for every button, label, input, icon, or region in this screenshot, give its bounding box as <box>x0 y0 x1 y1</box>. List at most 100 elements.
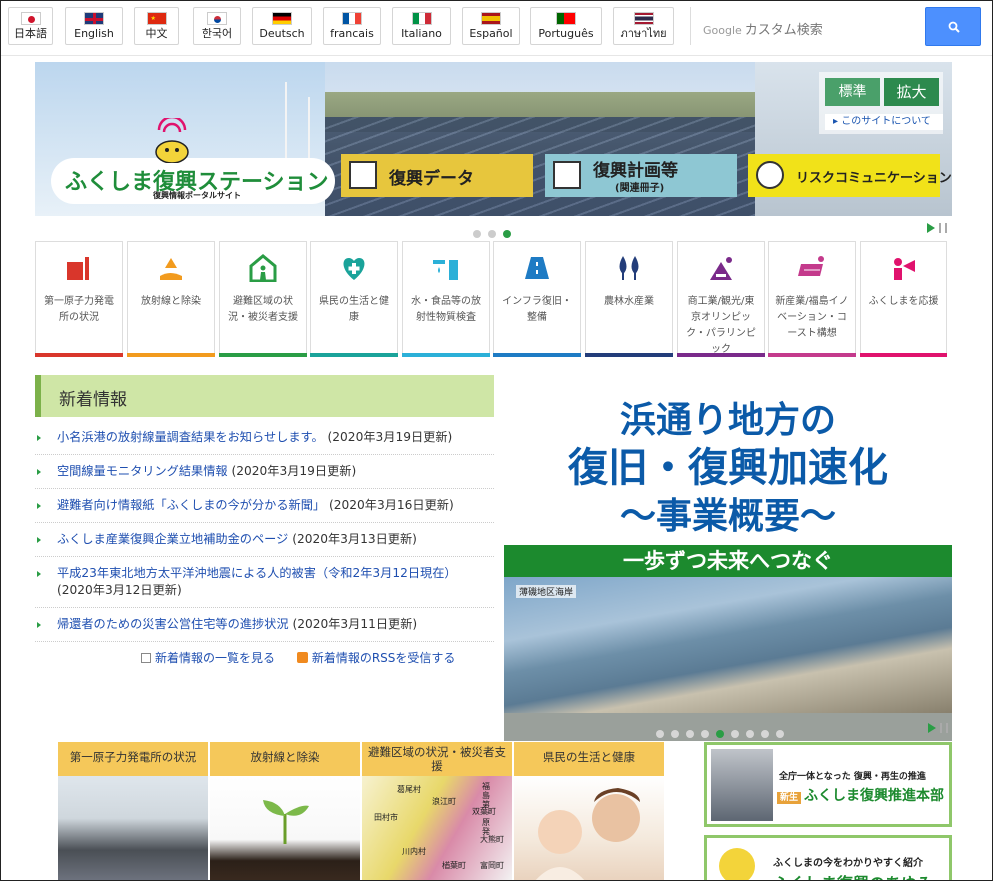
news-link[interactable]: 避難者向け情報紙「ふくしまの今が分かる新聞」 <box>57 498 325 512</box>
mascot-icon <box>155 118 189 163</box>
category-label: 新産業/福島イノベーション・コースト構想 <box>775 296 849 339</box>
category-color-bar <box>860 353 947 357</box>
lang-german[interactable]: Deutsch <box>252 7 312 45</box>
slide-dot[interactable] <box>761 730 769 738</box>
news-heading: 新着情報 <box>35 375 494 417</box>
water-milk-icon <box>433 260 458 280</box>
korea-flag-icon <box>207 12 227 25</box>
promo-slide-controls <box>504 713 952 741</box>
search-button[interactable] <box>925 7 981 46</box>
baby-icon <box>535 788 640 880</box>
news-item: 小名浜港の放射線量調査結果をお知らせします。 (2020年3月19日更新) <box>35 421 494 455</box>
news-link[interactable]: 帰還者のための災害公営住宅等の進捗状況 <box>57 617 289 631</box>
banner-line-2: 新生 ふくしま復興推進本部 <box>777 785 944 805</box>
card-power-plant-image <box>58 776 208 880</box>
recovery-data-button[interactable]: 復興データ <box>341 154 533 197</box>
recovery-plan-button[interactable]: 復興計画等 (関連冊子) <box>545 154 737 197</box>
slide-dot[interactable] <box>488 230 496 238</box>
card-title: 放射線と除染 <box>210 742 360 776</box>
play-icon[interactable] <box>928 723 936 733</box>
map-label: 富岡町 <box>480 861 504 870</box>
category-color-bar <box>677 353 765 357</box>
solar-panel-icon <box>798 256 824 276</box>
lang-spanish[interactable]: Español <box>462 7 520 45</box>
category-color-bar <box>585 353 673 357</box>
slide-dot[interactable] <box>656 730 664 738</box>
category-tile-power-plant[interactable]: 第一原子力発電所の状況 <box>35 241 123 357</box>
recovery-headquarters-banner[interactable]: 全庁一体となった 復興・再生の推進 新生 ふくしま復興推進本部 <box>704 742 952 827</box>
category-tile-new-industry[interactable]: 新産業/福島イノベーション・コースト構想 <box>768 241 856 357</box>
lang-korean[interactable]: 한국어 <box>193 7 241 45</box>
recovery-progress-banner[interactable]: ふくしまの今をわかりやすく紹介 ふくしま復興のあゆみ <box>704 835 952 880</box>
lang-japanese[interactable]: 日本語 <box>8 7 53 45</box>
lang-french[interactable]: francais <box>323 7 381 45</box>
category-tile-food-inspection[interactable]: 水・食品等の放射性物質検査 <box>402 241 490 357</box>
slide-dot[interactable] <box>671 730 679 738</box>
card-map-image: 葛尾村 浪江町 田村市 双葉町 川内村 大熊町 楢葉町 富岡町 福島第一原発 <box>362 776 512 880</box>
category-tile-radiation[interactable]: 放射線と除染 <box>127 241 215 357</box>
lang-chinese[interactable]: ★ 中文 <box>134 7 179 45</box>
about-site-label: このサイトについて <box>841 116 931 127</box>
health-icon <box>343 258 365 280</box>
slide-dot-active[interactable] <box>716 730 724 738</box>
category-label: 県民の生活と健康 <box>319 296 389 323</box>
slide-dot[interactable] <box>776 730 784 738</box>
card-title: 県民の生活と健康 <box>514 742 664 776</box>
card-radiation[interactable]: 放射線と除染 <box>210 742 360 880</box>
card-power-plant[interactable]: 第一原子力発電所の状況 <box>58 742 208 880</box>
germany-flag-icon <box>272 12 292 25</box>
play-icon[interactable] <box>927 223 935 233</box>
news-rss-link[interactable]: 新着情報のRSSを受信する <box>312 651 456 665</box>
slide-dot[interactable] <box>731 730 739 738</box>
official-photo <box>711 749 773 821</box>
category-tile-evacuation[interactable]: 避難区域の状況・被災者支援 <box>219 241 307 357</box>
lang-portuguese[interactable]: Português <box>530 7 602 45</box>
news-date: (2020年3月16日更新) <box>329 498 454 512</box>
about-site-link[interactable]: ▸ このサイトについて <box>825 114 943 130</box>
slide-dot[interactable] <box>746 730 754 738</box>
category-color-bar <box>768 353 856 357</box>
tree-icon <box>619 256 639 280</box>
lang-label: Português <box>538 27 594 40</box>
category-color-bar <box>402 353 490 357</box>
category-tile-commerce[interactable]: 商工業/観光/東京オリンピック・パラリンピック <box>677 241 765 357</box>
chart-icon <box>349 161 377 189</box>
news-link[interactable]: 平成23年東北地方太平洋沖地震による人的被害（令和2年3月12日現在） <box>57 566 457 580</box>
handshake-icon <box>756 161 784 189</box>
recovery-plan-sub: (関連冊子) <box>615 183 665 194</box>
search-input[interactable]: Google カスタム検索 <box>690 7 922 45</box>
card-health[interactable]: 県民の生活と健康 <box>514 742 664 880</box>
megaphone-icon <box>893 258 915 280</box>
category-tile-agriculture[interactable]: 農林水産業 <box>585 241 673 357</box>
spain-flag-icon <box>481 12 501 25</box>
category-tile-health[interactable]: 県民の生活と健康 <box>310 241 398 357</box>
font-size-large-button[interactable]: 拡大 <box>884 78 939 106</box>
news-link[interactable]: ふくしま産業復興企業立地補助金のページ <box>57 532 288 546</box>
category-tile-infrastructure[interactable]: インフラ復旧・整備 <box>493 241 581 357</box>
slide-dot-active[interactable] <box>503 230 511 238</box>
lang-label: 中文 <box>145 27 168 40</box>
pause-icon[interactable] <box>939 223 947 233</box>
lang-italian[interactable]: Italiano <box>392 7 451 45</box>
lang-english[interactable]: English <box>65 7 123 45</box>
logo-subtitle: 復興情報ポータルサイト <box>153 191 241 200</box>
promo-slide[interactable]: 浜通り地方の 復旧・復興加速化 〜事業概要〜 一歩ずつ未来へつなぐ 薄磯地区海岸 <box>504 375 952 713</box>
slide-dot[interactable] <box>686 730 694 738</box>
slide-dot[interactable] <box>473 230 481 238</box>
news-link[interactable]: 空間線量モニタリング結果情報 <box>57 464 228 478</box>
news-link[interactable]: 小名浜港の放射線量調査結果をお知らせします。 <box>57 430 324 444</box>
font-size-normal-button[interactable]: 標準 <box>825 78 880 106</box>
category-tile-support[interactable]: ふくしまを応援 <box>860 241 947 357</box>
card-evacuation[interactable]: 避難区域の状況・被災者支援 葛尾村 浪江町 田村市 双葉町 川内村 大熊町 楢葉… <box>362 742 512 880</box>
news-archive-link[interactable]: 新着情報の一覧を見る <box>155 651 275 665</box>
banner-line-1: ふくしまの今をわかりやすく紹介 <box>773 858 923 869</box>
news-item: 帰還者のための災害公営住宅等の進捗状況 (2020年3月11日更新) <box>35 608 494 642</box>
risk-communication-button[interactable]: リスクコミュニケーション <box>748 154 952 197</box>
pause-icon[interactable] <box>940 723 948 733</box>
lang-thai[interactable]: ภาษาไทย <box>613 7 674 45</box>
slide-dot[interactable] <box>701 730 709 738</box>
new-badge: 新生 <box>777 792 802 804</box>
banner-line-2: ふくしま復興のあゆみ <box>773 870 933 880</box>
category-label: 水・食品等の放射性物質検査 <box>411 296 481 323</box>
site-logo[interactable]: ふくしま復興ステーション 復興情報ポータルサイト <box>53 160 333 202</box>
